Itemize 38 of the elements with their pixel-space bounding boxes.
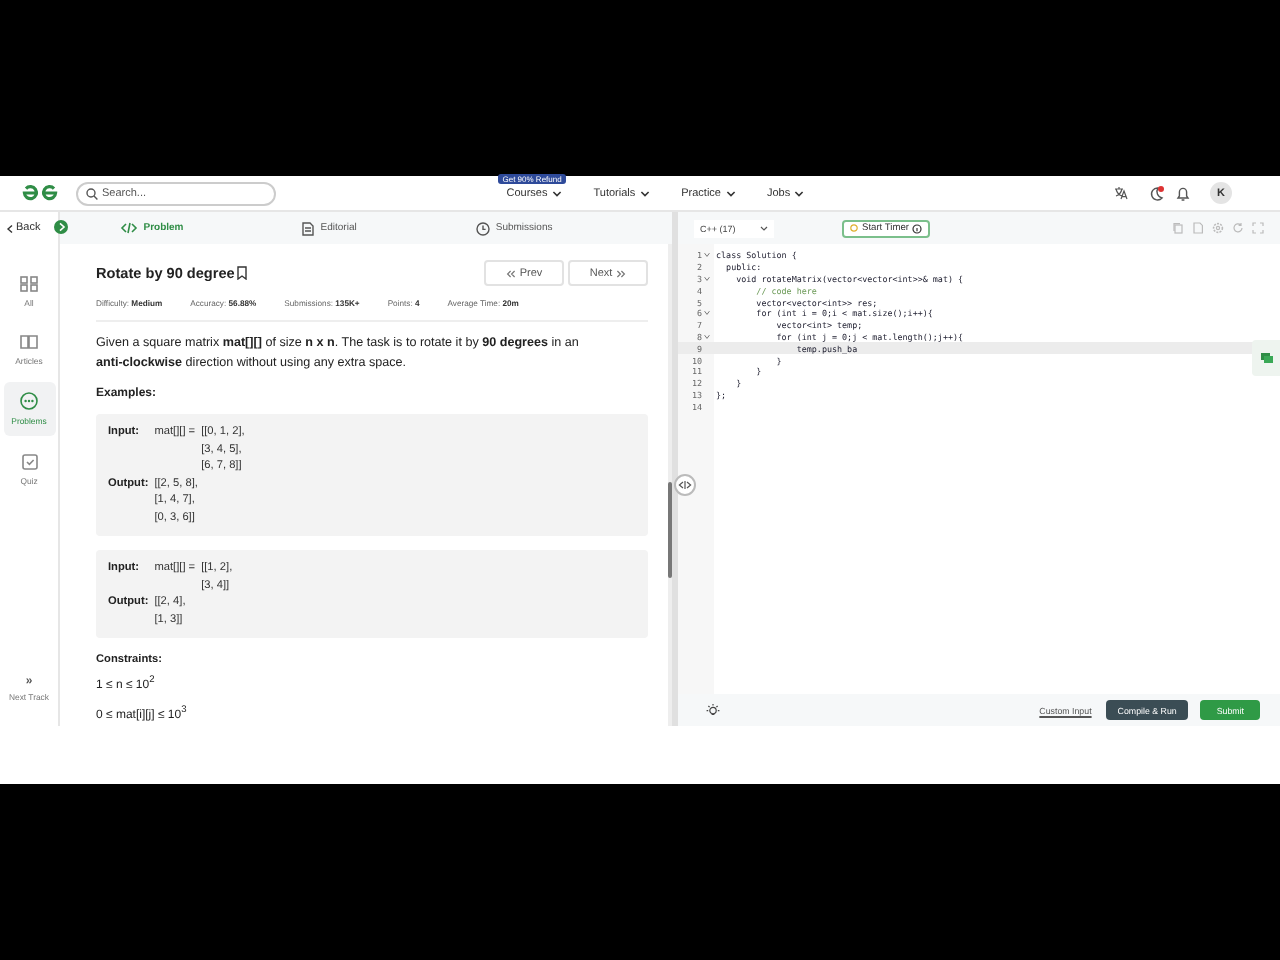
copy-icon[interactable] <box>1172 222 1184 234</box>
fold-caret-icon[interactable] <box>704 333 710 340</box>
timer-icon <box>850 224 858 232</box>
settings-icon[interactable] <box>1212 222 1224 234</box>
chat-button[interactable] <box>1252 340 1280 376</box>
translate-icon[interactable] <box>1114 186 1128 200</box>
chevron-down-icon <box>551 189 562 197</box>
chevron-down-icon <box>760 225 768 231</box>
bell-icon[interactable] <box>1176 185 1190 201</box>
lightbulb-icon[interactable] <box>706 703 720 717</box>
chevron-down-icon <box>639 189 650 197</box>
grid-icon <box>20 276 38 292</box>
document-icon <box>302 221 315 235</box>
clock-icon <box>475 221 490 235</box>
double-chevron-right-icon <box>616 269 627 277</box>
code-icon <box>119 222 138 234</box>
clipboard-icon <box>21 452 37 470</box>
moon-icon[interactable] <box>1148 185 1164 201</box>
info-icon <box>912 223 923 233</box>
book-icon <box>20 334 38 350</box>
double-chevron-left-icon <box>505 269 516 277</box>
chevron-down-icon <box>725 189 735 197</box>
bookmark-icon[interactable] <box>236 266 249 280</box>
chevron-right-icon[interactable] <box>57 222 65 232</box>
chevron-down-icon <box>794 189 805 197</box>
refresh-icon[interactable] <box>1232 222 1244 234</box>
chat-icon <box>1259 352 1273 364</box>
chat-bubble-icon <box>20 392 38 410</box>
search-icon <box>86 187 98 199</box>
resize-arrows-icon <box>678 480 692 490</box>
fold-caret-icon[interactable] <box>704 310 710 317</box>
fold-caret-icon[interactable] <box>704 252 710 259</box>
fold-caret-icon[interactable] <box>704 275 710 282</box>
scrollbar-thumb[interactable] <box>668 482 672 578</box>
chevron-left-icon <box>6 223 14 233</box>
logo-icon <box>20 184 60 202</box>
resize-handle[interactable] <box>674 474 696 496</box>
file-icon[interactable] <box>1192 222 1204 234</box>
